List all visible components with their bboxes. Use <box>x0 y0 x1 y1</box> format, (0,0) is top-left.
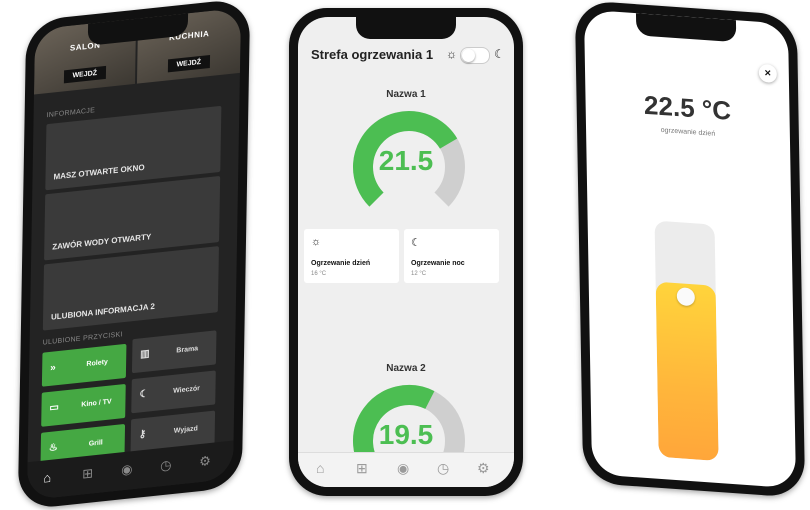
grill-icon: ♨ <box>48 442 58 455</box>
section-info: INFORMACJE <box>46 107 96 120</box>
section-favorites: ULUBIONE PRZYCISKI <box>42 331 123 347</box>
moon-icon: ☾ <box>494 47 505 61</box>
fav-button-rolety[interactable]: » Rolety <box>41 343 127 387</box>
sun-icon: ☼ <box>446 47 457 61</box>
eye-icon[interactable]: ◉ <box>121 461 133 478</box>
slider-fill <box>655 281 719 462</box>
page-title: Strefa ogrzewania 1 <box>311 47 434 62</box>
fav-label: Wieczór <box>173 385 200 395</box>
notch <box>356 17 456 39</box>
temperature-screen: × 22.5 °C ogrzewanie dzień <box>583 9 797 489</box>
info-card-label: MASZ OTWARTE OKNO <box>53 162 145 182</box>
sun-icon: ☼ <box>311 236 322 248</box>
mode-temp: 12 °C <box>411 271 427 277</box>
fav-label: Wyjazd <box>173 425 198 435</box>
heating-screen: Strefa ogrzewania 1 ☼ ☾ Nazwa 1 21.5 ☼ O… <box>298 17 514 487</box>
enter-button[interactable]: WEJDŹ <box>167 54 211 73</box>
toggle-knob <box>462 49 475 62</box>
home-icon[interactable]: ⌂ <box>43 470 51 486</box>
zone-name: Nazwa 2 <box>386 363 426 374</box>
dashboard-screen: SALON WEJDŹ KUCHNIA WEJDŹ INFORMACJE MAS… <box>26 7 242 501</box>
gate-icon: ▥ <box>140 348 150 361</box>
mode-card-day[interactable]: ☼ Ogrzewanie dzień 16 °C <box>304 229 399 283</box>
mode-title: Ogrzewanie dzień <box>311 260 371 267</box>
phone-temperature-detail: × 22.5 °C ogrzewanie dzień <box>574 0 806 499</box>
mode-temp: 16 °C <box>311 271 327 277</box>
notch <box>635 13 737 43</box>
grid-icon[interactable]: ⊞ <box>356 460 368 477</box>
fav-label: Rolety <box>86 358 108 369</box>
mode-card-night[interactable]: ☾ Ogrzewanie noc 12 °C <box>404 229 499 283</box>
eye-icon[interactable]: ◉ <box>397 460 409 477</box>
settings-icon[interactable]: ⚙ <box>199 453 211 470</box>
fav-button-wieczor[interactable]: ☾ Wieczór <box>131 370 216 414</box>
key-icon: ⚷ <box>138 428 147 441</box>
gauge-value: 19.5 <box>378 419 434 450</box>
fav-button-brama[interactable]: ▥ Brama <box>131 330 217 374</box>
tv-icon: ▭ <box>49 401 60 414</box>
chevrons-down-icon: » <box>50 362 56 374</box>
temperature-slider[interactable] <box>654 220 719 462</box>
info-card-label: ZAWÓR WODY OTWARTY <box>52 232 152 252</box>
home-icon[interactable]: ⌂ <box>316 460 324 476</box>
phone-heating-zone: Strefa ogrzewania 1 ☼ ☾ Nazwa 1 21.5 ☼ O… <box>289 8 523 496</box>
mode-title: Ogrzewanie noc <box>411 260 465 267</box>
moon-icon: ☾ <box>411 237 421 249</box>
settings-icon[interactable]: ⚙ <box>477 460 490 477</box>
zone-name: Nazwa 1 <box>386 89 426 100</box>
enter-button[interactable]: WEJDŹ <box>63 65 107 84</box>
info-card[interactable]: ULUBIONA INFORMACJA 2 <box>42 246 219 331</box>
close-button[interactable]: × <box>758 63 777 84</box>
fav-label: Grill <box>88 439 103 448</box>
fav-button-kino-tv[interactable]: ▭ Kino / TV <box>41 383 126 427</box>
bottom-nav: ⌂ ⊞ ◉ ◷ ⚙ <box>298 452 514 487</box>
day-night-toggle[interactable] <box>460 47 490 64</box>
grid-icon[interactable]: ⊞ <box>82 465 93 482</box>
info-card-label: ULUBIONA INFORMACJA 2 <box>50 301 155 322</box>
gauge-value: 21.5 <box>378 145 434 176</box>
moon-icon: ☾ <box>139 388 149 401</box>
fav-label: Kino / TV <box>81 398 112 409</box>
fav-label: Brama <box>176 345 199 355</box>
clock-icon[interactable]: ◷ <box>160 457 172 474</box>
clock-icon[interactable]: ◷ <box>437 460 449 477</box>
phone-dashboard: SALON WEJDŹ KUCHNIA WEJDŹ INFORMACJE MAS… <box>17 0 251 510</box>
